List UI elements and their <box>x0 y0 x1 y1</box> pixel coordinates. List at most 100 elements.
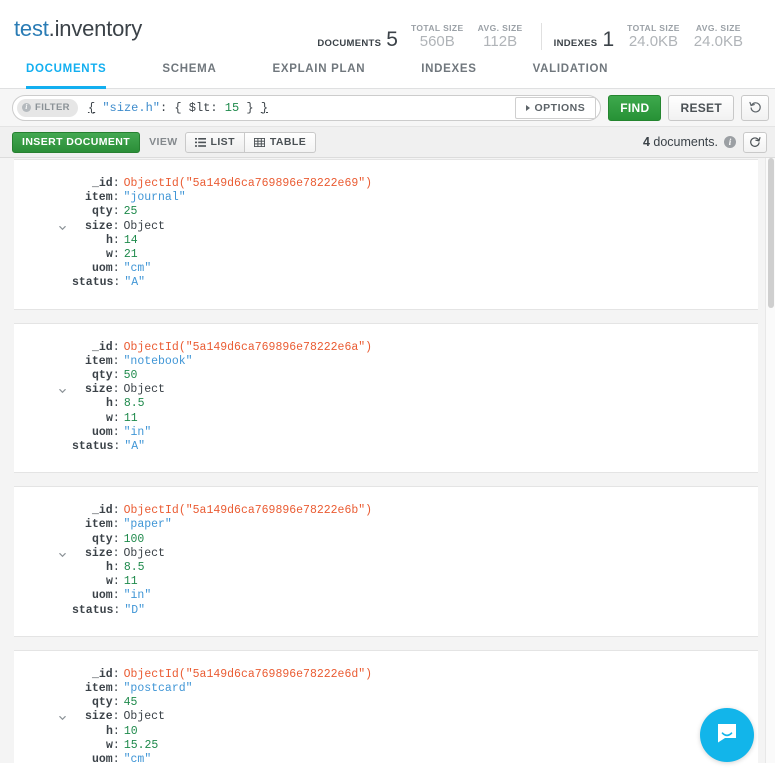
filter-badge: i FILTER <box>17 98 78 117</box>
document-field-value: 11 <box>123 411 138 425</box>
chevron-right-icon <box>525 104 530 111</box>
stat-indexes-total-size-label: TOTAL SIZE <box>627 23 680 34</box>
chevron-down-icon[interactable] <box>58 550 67 559</box>
view-mode-list-label: LIST <box>210 136 235 148</box>
field-colon: : <box>113 440 121 454</box>
filter-token: } <box>246 100 254 115</box>
document-field-value: 100 <box>123 532 145 546</box>
document-list-scrollbar[interactable] <box>765 158 775 763</box>
filter-token: $lt: <box>181 100 225 115</box>
field-colon: : <box>112 425 120 439</box>
document-field-key: h <box>106 233 113 247</box>
document-field: w: 15.25 <box>70 739 758 753</box>
document-field-value: 8.5 <box>123 561 145 575</box>
document-card[interactable]: _id: ObjectId("5a149d6ca769896e78222e69")… <box>14 159 758 310</box>
view-mode-list-button[interactable]: LIST <box>184 131 245 153</box>
field-colon: : <box>112 219 120 233</box>
field-colon: : <box>112 710 120 724</box>
stat-indexes-total-size: TOTAL SIZE 24.0KB <box>620 23 687 50</box>
chat-launcher-button[interactable] <box>700 708 754 762</box>
document-field-key: w <box>106 248 113 262</box>
document-field-value: 15.25 <box>123 738 159 752</box>
document-field: size: Object <box>59 383 758 397</box>
document-field: _id: ObjectId("5a149d6ca769896e78222e6d") <box>70 668 758 682</box>
insert-document-button[interactable]: INSERT DOCUMENT <box>12 131 141 153</box>
query-options-button[interactable]: OPTIONS <box>514 96 597 119</box>
chevron-down-icon[interactable] <box>58 223 67 232</box>
document-field-value: 14 <box>123 233 138 247</box>
filter-info-icon: i <box>22 103 31 112</box>
tab-indexes[interactable]: INDEXES <box>421 58 476 89</box>
document-field-key: item <box>85 518 113 532</box>
document-field: status: "A" <box>70 276 758 290</box>
chat-bubble-icon <box>714 720 740 751</box>
stat-documents: DOCUMENTS 5 <box>317 29 404 50</box>
document-field-key: item <box>85 682 113 696</box>
document-field-value: 8.5 <box>123 397 145 411</box>
field-colon: : <box>112 397 120 411</box>
document-field: size: Object <box>59 710 758 724</box>
chevron-down-icon[interactable] <box>58 713 67 722</box>
document-field-value: "A" <box>124 276 146 290</box>
document-field: item: "postcard" <box>70 682 758 696</box>
chevron-down-icon[interactable] <box>58 386 67 395</box>
field-colon: : <box>112 724 120 738</box>
document-card[interactable]: _id: ObjectId("5a149d6ca769896e78222e6a")… <box>14 322 758 474</box>
document-field-value: ObjectId("5a149d6ca769896e78222e69") <box>123 177 373 190</box>
document-field-key: size <box>85 219 113 233</box>
stat-indexes-label: INDEXES <box>553 38 598 49</box>
document-field-value: Object <box>123 383 165 397</box>
stat-documents-avg-size-label: AVG. SIZE <box>477 23 523 34</box>
document-field-value: Object <box>123 546 165 560</box>
document-field: _id: ObjectId("5a149d6ca769896e78222e6b") <box>70 504 758 518</box>
document-card[interactable]: _id: ObjectId("5a149d6ca769896e78222e6b")… <box>14 486 758 637</box>
document-field-key: qty <box>92 532 113 546</box>
view-mode-table-button[interactable]: TABLE <box>244 131 317 153</box>
document-field-key: qty <box>92 369 113 383</box>
field-colon: : <box>112 233 120 247</box>
field-colon: : <box>112 753 120 763</box>
document-field: uom: "cm" <box>70 753 758 763</box>
document-field-value: 11 <box>123 575 138 589</box>
reset-button[interactable]: RESET <box>668 94 734 121</box>
field-colon: : <box>112 667 120 681</box>
stat-indexes-value: 1 <box>602 28 615 51</box>
document-field-value: Object <box>123 219 165 233</box>
filter-token <box>254 101 261 115</box>
document-field-value: 45 <box>123 696 138 710</box>
filter-query-input[interactable]: { "size.h": { $lt: 15 } } <box>78 101 515 115</box>
document-field: w: 11 <box>70 412 758 426</box>
field-colon: : <box>112 561 120 575</box>
document-card[interactable]: _id: ObjectId("5a149d6ca769896e78222e6d")… <box>14 649 758 763</box>
field-colon: : <box>112 682 120 696</box>
document-field-key: size <box>85 383 113 397</box>
document-field-value: "cm" <box>123 753 152 763</box>
document-field: status: "A" <box>70 440 758 454</box>
document-field: item: "journal" <box>70 191 758 205</box>
tab-validation[interactable]: VALIDATION <box>533 58 609 89</box>
document-field-key: w <box>106 575 113 589</box>
refresh-documents-button[interactable] <box>743 131 767 153</box>
tab-schema[interactable]: SCHEMA <box>162 58 216 89</box>
collection-stats: DOCUMENTS 5 TOTAL SIZE 560B AVG. SIZE 11… <box>317 6 761 52</box>
find-button[interactable]: FIND <box>608 94 662 121</box>
page-title: test.inventory <box>14 16 142 42</box>
document-field-key: h <box>106 397 113 411</box>
filter-input-wrapper[interactable]: i FILTER { "size.h": { $lt: 15 } } OPTIO… <box>12 94 602 121</box>
field-colon: : <box>112 589 120 603</box>
query-history-icon[interactable] <box>741 94 769 121</box>
documents-info-icon[interactable]: i <box>724 136 736 148</box>
field-colon: : <box>112 504 120 518</box>
document-field-key: qty <box>92 696 113 710</box>
scrollbar-thumb[interactable] <box>768 158 774 308</box>
tab-explain-plan[interactable]: EXPLAIN PLAN <box>272 58 365 89</box>
stat-indexes-avg-size-label: AVG. SIZE <box>695 23 741 34</box>
tab-documents[interactable]: DOCUMENTS <box>26 58 107 89</box>
document-fields: _id: ObjectId("5a149d6ca769896e78222e6b")… <box>14 504 758 618</box>
document-count-area: 4 documents. i <box>643 131 767 153</box>
stat-documents-total-size-value: 560B <box>419 33 455 51</box>
document-field-key: uom <box>92 753 113 763</box>
collection-header: test.inventory DOCUMENTS 5 TOTAL SIZE 56… <box>0 0 775 58</box>
document-field-key: w <box>106 411 113 425</box>
document-field-value: 50 <box>123 369 138 383</box>
